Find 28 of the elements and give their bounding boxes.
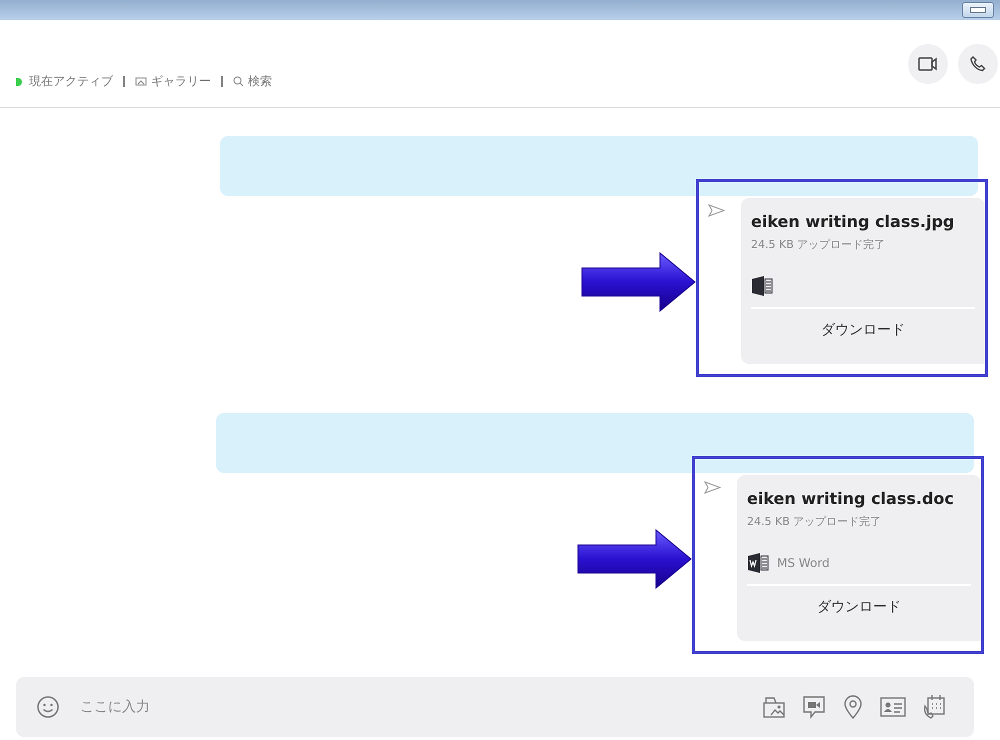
message-input[interactable]: ここに入力 bbox=[78, 698, 744, 716]
emoji-icon[interactable] bbox=[36, 695, 60, 719]
phone-call-button[interactable] bbox=[958, 44, 998, 84]
search-icon bbox=[233, 76, 244, 87]
search-link[interactable]: 検索 bbox=[233, 73, 272, 90]
send-icon bbox=[704, 481, 721, 494]
file-type-label: MS Word bbox=[777, 556, 830, 570]
video-call-button[interactable] bbox=[908, 44, 948, 84]
document-icon bbox=[751, 275, 773, 297]
minimize-button[interactable] bbox=[962, 2, 994, 18]
send-icon bbox=[708, 204, 725, 217]
phone-icon bbox=[969, 55, 987, 73]
calendar-call-icon[interactable] bbox=[922, 694, 946, 720]
download-button[interactable]: ダウンロード bbox=[751, 309, 975, 351]
download-button[interactable]: ダウンロード bbox=[747, 586, 971, 628]
file-name: eiken writing class.jpg bbox=[751, 212, 956, 231]
contact-card-icon[interactable] bbox=[880, 696, 906, 718]
status-text: 現在アクティブ bbox=[29, 73, 113, 90]
video-camera-icon bbox=[918, 57, 938, 71]
file-meta: 24.5 KB アップロード完了 bbox=[747, 514, 882, 529]
video-message-icon[interactable] bbox=[802, 695, 826, 719]
word-document-icon bbox=[747, 552, 769, 574]
gallery-icon bbox=[135, 76, 147, 87]
file-name: eiken writing class.doc bbox=[747, 489, 955, 508]
file-meta: 24.5 KB アップロード完了 bbox=[751, 237, 886, 252]
image-icon[interactable] bbox=[762, 695, 786, 719]
location-pin-icon[interactable] bbox=[842, 695, 864, 719]
gallery-link[interactable]: ギャラリー bbox=[135, 73, 211, 90]
